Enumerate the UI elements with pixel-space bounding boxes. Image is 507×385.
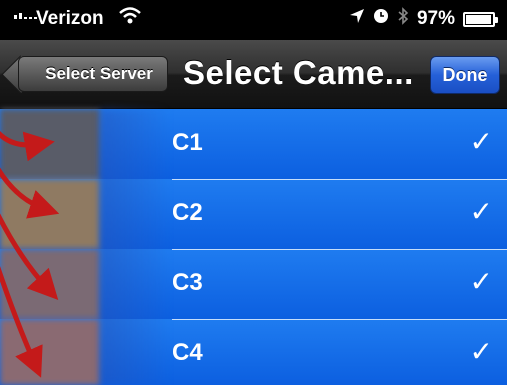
camera-thumbnail [0, 109, 100, 179]
checkmark-icon: ✓ [469, 336, 493, 367]
carrier-name: Verizon [36, 8, 104, 29]
camera-label: C2 [172, 199, 203, 226]
wifi-icon [118, 6, 142, 32]
checkmark-icon: ✓ [469, 266, 493, 297]
row-divider [172, 179, 507, 180]
camera-list: C1 ✓ C2 ✓ C3 ✓ C4 ✓ [0, 109, 507, 385]
status-bar: Verizon 97% [0, 0, 507, 40]
page-title: Select Came... [183, 54, 414, 91]
list-item-c1[interactable]: C1 ✓ [0, 109, 507, 179]
camera-thumbnail [0, 249, 100, 319]
camera-thumbnail [0, 179, 100, 249]
camera-thumbnail [0, 319, 100, 385]
row-divider [172, 249, 507, 250]
location-icon [349, 8, 365, 30]
blur-band [100, 109, 170, 385]
checkmark-icon: ✓ [469, 196, 493, 227]
camera-label: C3 [172, 269, 203, 296]
signal-strength-icon [14, 13, 37, 19]
checkmark-icon: ✓ [469, 126, 493, 157]
battery-icon [463, 11, 498, 27]
alarm-icon [373, 8, 389, 30]
camera-label: C1 [172, 129, 203, 156]
back-button-select-server[interactable]: Select Server [18, 56, 168, 92]
battery-percent: 97% [416, 8, 455, 29]
row-divider [172, 319, 507, 320]
camera-label: C4 [172, 339, 203, 366]
done-button[interactable]: Done [430, 56, 500, 94]
navigation-bar: Select Server Select Came... Done [0, 40, 507, 109]
back-button-label: Select Server [45, 64, 153, 83]
list-item-c4[interactable]: C4 ✓ [0, 319, 507, 385]
list-item-c3[interactable]: C3 ✓ [0, 249, 507, 319]
status-right-group: 97% [349, 7, 498, 31]
bluetooth-icon [397, 7, 409, 31]
list-item-c2[interactable]: C2 ✓ [0, 179, 507, 249]
